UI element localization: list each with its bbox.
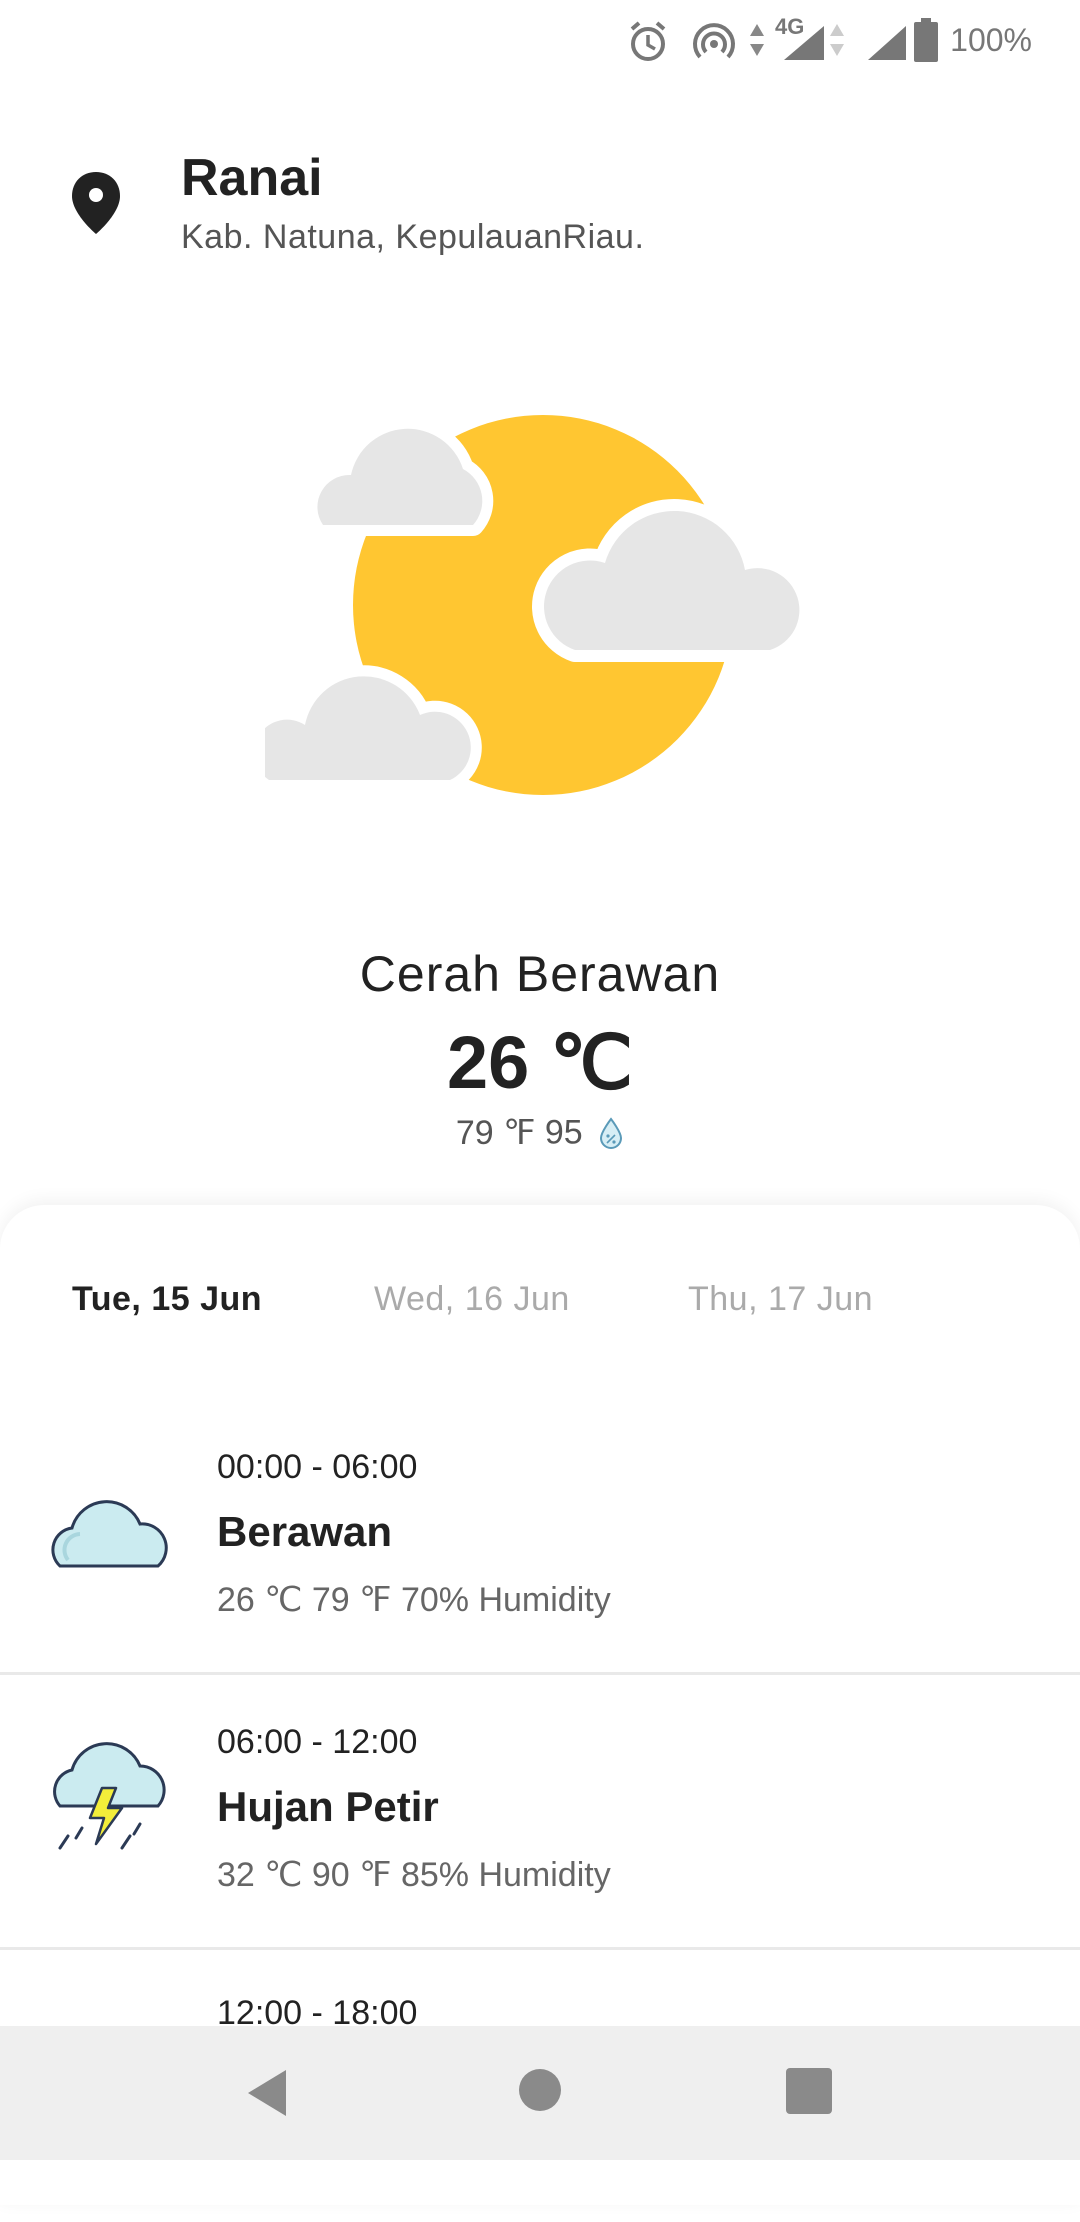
system-nav-bar — [0, 2026, 1080, 2160]
signal-icon — [784, 26, 824, 60]
current-condition: Cerah Berawan — [359, 946, 721, 1002]
cloud-icon — [51, 1500, 168, 1568]
current-temp-celsius: 26 ℃ — [447, 1021, 633, 1104]
forecast-time: 00:00 - 06:00 — [217, 1448, 418, 1486]
forecast-detail: 32 ℃ 90 ℉ 85% Humidity — [217, 1856, 611, 1894]
data-arrows-icon — [830, 24, 844, 56]
city-name[interactable]: Ranai — [181, 148, 323, 208]
alarm-icon — [630, 21, 666, 61]
forecast-detail: 26 ℃ 79 ℉ 70% Humidity — [217, 1581, 611, 1619]
partly-cloudy-sun-icon — [265, 415, 805, 795]
current-secondary: 79 ℉ 95 — [0, 1112, 1080, 1153]
current-humidity: 95 — [544, 1113, 583, 1152]
forecast-condition: Hujan Petir — [217, 1783, 439, 1830]
day-tabs: Tue, 15 Jun Wed, 16 Jun Thu, 17 Jun — [0, 1280, 1080, 1350]
humidity-drop-icon — [600, 1117, 623, 1150]
signal-icon — [868, 26, 906, 60]
tab-day-3[interactable]: Thu, 17 Jun — [688, 1280, 873, 1319]
data-arrows-icon — [750, 24, 764, 56]
tab-day-2[interactable]: Wed, 16 Jun — [374, 1280, 570, 1319]
map-pin-icon[interactable] — [70, 170, 122, 236]
hotspot-icon — [693, 23, 735, 59]
region-name: Kab. Natuna, KepulauanRiau. — [181, 218, 645, 256]
current-temp-fahrenheit: 79 ℉ — [455, 1114, 536, 1153]
battery-percentage: 100% — [950, 22, 1032, 58]
tab-day-1[interactable]: Tue, 15 Jun — [72, 1280, 262, 1319]
battery-icon — [914, 18, 938, 62]
forecast-row[interactable]: 00:00 - 06:00 Berawan 26 ℃ 79 ℉ 70% Humi… — [0, 1400, 1080, 1675]
thunderstorm-icon — [53, 1742, 166, 1850]
recents-icon[interactable] — [786, 2068, 832, 2114]
forecast-row[interactable]: 06:00 - 12:00 Hujan Petir 32 ℃ 90 ℉ 85% … — [0, 1675, 1080, 1950]
home-icon[interactable] — [518, 2068, 562, 2112]
back-icon[interactable] — [244, 2068, 290, 2118]
status-bar: 4G 100% — [0, 0, 1080, 84]
forecast-time: 06:00 - 12:00 — [217, 1723, 418, 1761]
forecast-condition: Berawan — [217, 1508, 393, 1555]
